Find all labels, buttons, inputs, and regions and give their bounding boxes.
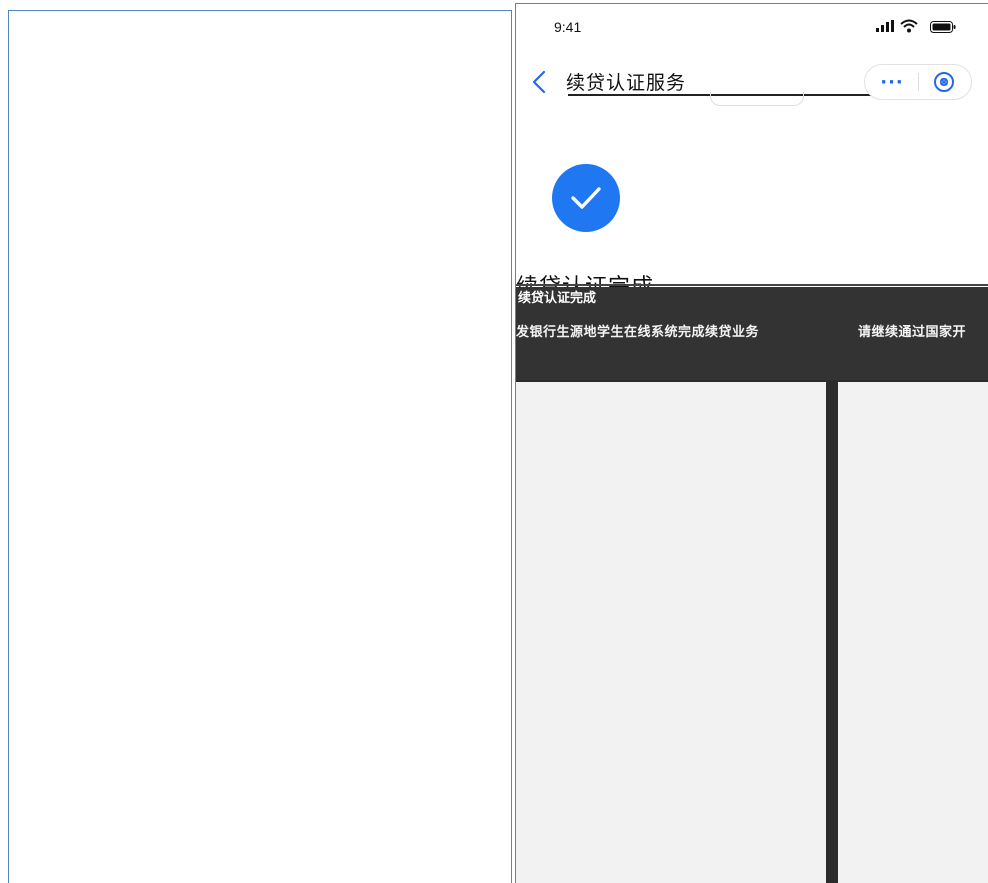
dark-banner: 续贷认证完成 发银行生源地学生在线系统完成续贷业务 请继续通过国家开 <box>516 287 988 382</box>
info-card-right <box>838 380 988 883</box>
status-time: 9:41 <box>554 19 582 35</box>
banner-text-left: 发银行生源地学生在线系统完成续贷业务 <box>516 325 760 340</box>
banner-text-right: 请继续通过国家开 <box>858 325 967 340</box>
info-card-left <box>516 380 828 883</box>
wifi-icon <box>900 19 918 33</box>
battery-icon <box>930 21 956 33</box>
title-rule <box>516 284 988 286</box>
close-circle-icon <box>934 72 954 92</box>
phone-screen: 9:41 续贷认证服务 ··· 续贷认证完成 发银行生源地学生在线系统完成续贷业… <box>515 3 988 883</box>
page-title: 续贷认证服务 <box>566 72 687 94</box>
capsule-divider <box>918 73 919 91</box>
card-separator <box>828 380 838 883</box>
more-button[interactable]: ··· <box>867 65 917 99</box>
close-miniprogram-button[interactable] <box>922 65 966 99</box>
more-label: ··· <box>880 71 904 93</box>
ghost-pill <box>710 92 804 106</box>
checkmark-icon <box>571 187 601 209</box>
signal-icon <box>876 20 894 32</box>
blank-left-panel <box>8 10 512 883</box>
banner-title: 续贷认证完成 <box>518 291 597 306</box>
back-chevron-icon[interactable] <box>532 70 546 94</box>
success-badge <box>552 164 620 232</box>
